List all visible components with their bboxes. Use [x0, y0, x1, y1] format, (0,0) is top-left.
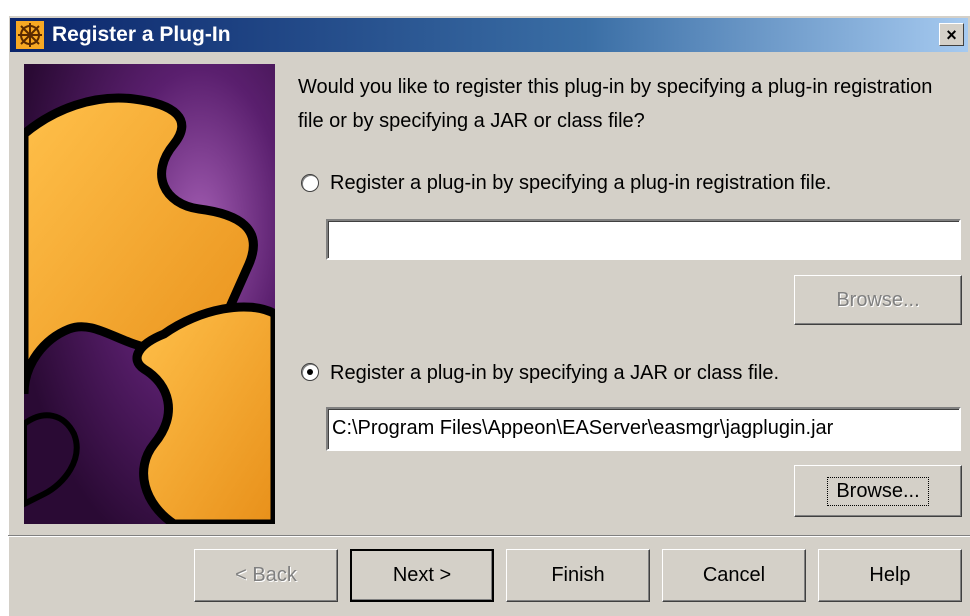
next-button[interactable]: Next > — [350, 549, 494, 602]
cancel-button[interactable]: Cancel — [662, 549, 806, 602]
back-button[interactable]: < Back — [194, 549, 338, 602]
option2-radio[interactable] — [301, 363, 319, 381]
help-button[interactable]: Help — [818, 549, 962, 602]
browse-registration-button[interactable]: Browse... — [794, 275, 962, 325]
window-title: Register a Plug-In — [52, 23, 231, 46]
browse-jar-button[interactable]: Browse... — [794, 465, 962, 517]
app-logo-icon — [16, 21, 44, 49]
option1-label[interactable]: Register a plug-in by specifying a plug-… — [330, 170, 831, 196]
question-text: Would you like to register this plug-in … — [298, 76, 933, 132]
footer-separator — [8, 535, 970, 537]
jar-file-input[interactable]: C:\Program Files\Appeon\EAServer\easmgr\… — [326, 407, 961, 451]
close-icon: × — [946, 24, 957, 45]
finish-button[interactable]: Finish — [506, 549, 650, 602]
option2-label[interactable]: Register a plug-in by specifying a JAR o… — [330, 360, 779, 386]
title-bar[interactable]: Register a Plug-In × — [10, 18, 968, 52]
browse-jar-label: Browse... — [827, 476, 929, 506]
puzzle-artwork — [24, 64, 275, 524]
radio-selected-dot — [307, 369, 313, 375]
registration-file-input[interactable] — [326, 219, 961, 260]
close-button[interactable]: × — [939, 23, 964, 46]
option1-radio[interactable] — [301, 174, 319, 192]
